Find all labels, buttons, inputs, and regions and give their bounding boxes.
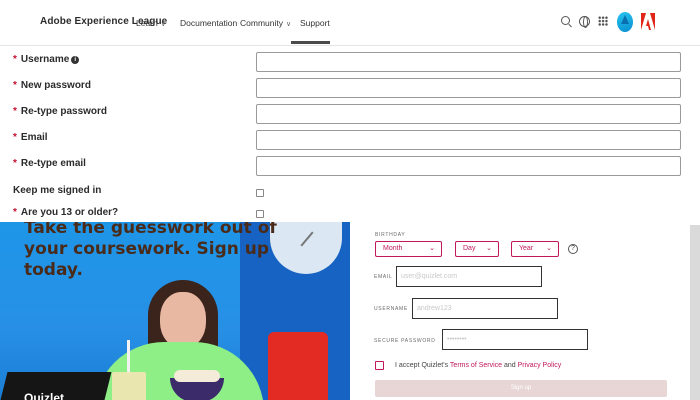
required-mark: * bbox=[13, 132, 17, 143]
chevron-down-icon: ⌄ bbox=[486, 245, 492, 252]
email-input[interactable] bbox=[256, 130, 681, 150]
email-label-text: Email bbox=[20, 132, 48, 143]
new-password-input[interactable] bbox=[256, 78, 681, 98]
keep-signed-in-checkbox[interactable] bbox=[256, 189, 264, 197]
search-icon[interactable] bbox=[561, 16, 570, 25]
retype-email-input[interactable] bbox=[256, 156, 681, 176]
required-mark: * bbox=[13, 207, 17, 218]
globe-icon[interactable] bbox=[579, 16, 590, 28]
quizlet-email-input[interactable]: user@quizlet.com bbox=[396, 266, 542, 287]
retype-password-label: * Re-type password bbox=[13, 106, 107, 117]
avatar[interactable] bbox=[617, 12, 633, 32]
email-label-small: EMAIL bbox=[374, 274, 393, 280]
red-chair-image bbox=[268, 332, 328, 400]
nav-community-label: Community bbox=[240, 18, 283, 28]
birthday-label: BIRTHDAY bbox=[375, 232, 406, 238]
quizlet-password-input[interactable]: •••••••• bbox=[442, 329, 588, 350]
keep-signed-in-label: Keep me signed in bbox=[13, 185, 102, 196]
terms-of-service-link[interactable]: Terms of Service bbox=[450, 362, 502, 369]
email-label: * Email bbox=[13, 132, 48, 143]
year-select-value: Year bbox=[519, 245, 534, 252]
new-password-label: * New password bbox=[13, 80, 91, 91]
top-nav: Adobe Experience League Learn ∨ Documenta… bbox=[0, 0, 700, 46]
year-select[interactable]: Year ⌄ bbox=[511, 241, 559, 257]
new-password-label-text: New password bbox=[20, 80, 91, 91]
nav-support[interactable]: Support bbox=[300, 18, 330, 28]
nav-community[interactable]: Community ∨ bbox=[240, 18, 291, 28]
chevron-down-icon: ⌄ bbox=[546, 245, 552, 252]
info-icon[interactable]: i bbox=[71, 56, 80, 64]
privacy-policy-link[interactable]: Privacy Policy bbox=[518, 362, 562, 369]
apps-grid-icon[interactable] bbox=[598, 16, 608, 26]
retype-email-label: * Re-type email bbox=[13, 158, 86, 169]
nav-learn[interactable]: Learn ∨ bbox=[136, 18, 166, 28]
required-mark: * bbox=[13, 106, 17, 117]
straw-image bbox=[127, 340, 130, 374]
active-tab-indicator bbox=[291, 41, 330, 44]
day-select[interactable]: Day ⌄ bbox=[455, 241, 499, 257]
required-mark: * bbox=[13, 80, 17, 91]
quizlet-username-input[interactable]: andrew123 bbox=[412, 298, 558, 319]
quizlet-logo-text: Quizlet bbox=[24, 391, 65, 400]
accept-terms-checkbox[interactable] bbox=[375, 361, 384, 370]
age-check-checkbox[interactable] bbox=[256, 210, 264, 218]
chevron-down-icon: ∨ bbox=[160, 21, 166, 28]
day-select-value: Day bbox=[463, 245, 476, 252]
agree-prefix: I accept Quizlet's bbox=[395, 362, 449, 369]
username-label-small: USERNAME bbox=[374, 306, 408, 312]
promo-headline: Take the guesswork out of your coursewor… bbox=[24, 222, 277, 280]
username-input[interactable] bbox=[256, 52, 681, 72]
quizlet-promo-image: Take the guesswork out of your coursewor… bbox=[0, 222, 350, 400]
month-select-value: Month bbox=[383, 245, 403, 252]
nav-documentation[interactable]: Documentation bbox=[180, 18, 237, 28]
month-select[interactable]: Month ⌄ bbox=[375, 241, 442, 257]
retype-password-input[interactable] bbox=[256, 104, 681, 124]
retype-password-label-text: Re-type password bbox=[20, 106, 108, 117]
chevron-down-icon: ∨ bbox=[285, 21, 292, 28]
student-face-image bbox=[160, 292, 206, 348]
sign-up-button[interactable]: Sign up bbox=[375, 380, 667, 397]
age-check-label: * Are you 13 or older? bbox=[13, 207, 118, 218]
chevron-down-icon: ⌄ bbox=[429, 245, 435, 252]
required-mark: * bbox=[13, 158, 17, 169]
scrollbar[interactable] bbox=[690, 225, 700, 400]
required-mark: * bbox=[13, 54, 17, 65]
age-check-label-text: Are you 13 or older? bbox=[20, 207, 119, 218]
accept-terms-text: I accept Quizlet's Terms of Service and … bbox=[395, 362, 561, 369]
agree-and: and bbox=[504, 362, 516, 369]
password-label-small: SECURE PASSWORD bbox=[374, 338, 436, 344]
nav-learn-label: Learn bbox=[136, 18, 158, 28]
username-label: * Username i bbox=[13, 54, 80, 65]
help-icon[interactable]: ? bbox=[568, 244, 578, 254]
retype-email-label-text: Re-type email bbox=[20, 158, 86, 169]
adobe-logo-icon[interactable] bbox=[641, 13, 655, 30]
username-label-text: Username bbox=[20, 54, 70, 65]
drink-cup-image bbox=[112, 372, 146, 400]
